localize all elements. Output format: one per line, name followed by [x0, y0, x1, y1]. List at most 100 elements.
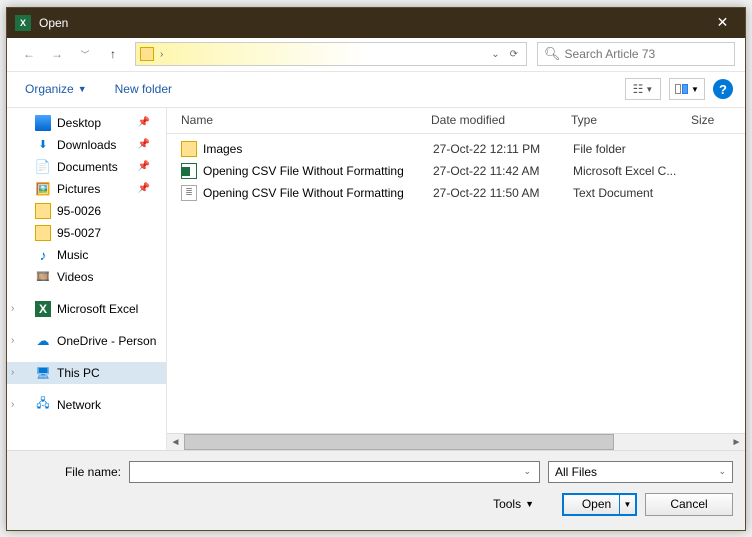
recent-locations-button[interactable]: ﹀: [73, 42, 97, 66]
cancel-button[interactable]: Cancel: [645, 493, 733, 516]
folder-icon: [181, 141, 197, 157]
chevron-down-icon: ▼: [78, 84, 87, 94]
expand-icon[interactable]: ›: [11, 335, 14, 346]
preview-pane-button[interactable]: ▼: [669, 78, 705, 100]
sidebar-item-label: 95-0027: [57, 226, 101, 240]
sidebar-item-label: Microsoft Excel: [57, 302, 138, 316]
expand-icon[interactable]: ›: [11, 367, 14, 378]
sidebar-item-videos[interactable]: Videos: [7, 266, 166, 288]
help-button[interactable]: ?: [713, 79, 733, 99]
up-button[interactable]: ↑: [101, 42, 125, 66]
open-button[interactable]: Open ▼: [562, 493, 637, 516]
scroll-track[interactable]: [184, 434, 728, 450]
pin-icon: 📌: [138, 117, 150, 128]
new-folder-button[interactable]: New folder: [115, 82, 172, 96]
file-type: Text Document: [573, 186, 693, 200]
filename-dropdown-button[interactable]: ⌄: [519, 466, 535, 477]
file-type: File folder: [573, 142, 693, 156]
dialog-body: Desktop📌Downloads📌Documents📌Pictures📌95-…: [7, 108, 745, 450]
file-type: Microsoft Excel C...: [573, 164, 693, 178]
chevron-right-icon: ›: [160, 49, 163, 60]
sidebar-item-label: 95-0026: [57, 204, 101, 218]
chevron-down-icon: ▼: [645, 85, 653, 94]
sidebar-item-pictures[interactable]: Pictures📌: [7, 178, 166, 200]
column-header-size[interactable]: Size: [691, 113, 731, 127]
tools-button[interactable]: Tools▼: [493, 497, 534, 511]
sidebar-item-label: Documents: [57, 160, 118, 174]
sidebar-item-label: Desktop: [57, 116, 101, 130]
filetype-filter[interactable]: All Files ⌄: [548, 461, 733, 483]
pane-icon: [682, 84, 688, 94]
sidebar-item-network[interactable]: › Network: [7, 394, 166, 416]
sidebar-item-microsoft-excel[interactable]: › X Microsoft Excel: [7, 298, 166, 320]
expand-icon[interactable]: ›: [11, 303, 14, 314]
search-box[interactable]: 🔍︎: [537, 42, 735, 66]
doc-icon: [35, 159, 51, 175]
sidebar-item-desktop[interactable]: Desktop 📌: [7, 112, 166, 134]
pin-icon: 📌: [138, 183, 150, 194]
onedrive-icon: [35, 333, 51, 349]
navigation-pane: Desktop📌Downloads📌Documents📌Pictures📌95-…: [7, 108, 167, 450]
refresh-button[interactable]: ⟳: [506, 49, 522, 60]
file-list: Images 27-Oct-22 12:11 PM File folder Op…: [167, 134, 745, 433]
folder-icon: [35, 203, 51, 219]
close-button[interactable]: ✕: [700, 8, 745, 38]
address-dropdown-button[interactable]: ⌄: [487, 49, 503, 60]
content-pane: Name Date modified Type Size Images 27-O…: [167, 108, 745, 450]
scroll-right-button[interactable]: ►: [728, 434, 745, 450]
view-options-button[interactable]: ☷▼: [625, 78, 661, 100]
organize-button[interactable]: Organize▼: [19, 78, 93, 100]
chevron-down-icon: ▼: [691, 85, 699, 94]
column-header-date[interactable]: Date modified: [431, 113, 571, 127]
sidebar-item-onedrive-person[interactable]: ›OneDrive - Person: [7, 330, 166, 352]
pin-icon: 📌: [138, 139, 150, 150]
column-header-name[interactable]: Name: [181, 113, 431, 127]
expand-icon[interactable]: ›: [11, 399, 14, 410]
sidebar-item-95-0027[interactable]: 95-0027: [7, 222, 166, 244]
txt-icon: [181, 185, 197, 201]
sidebar-item-label: Downloads: [57, 138, 116, 152]
sidebar-item-music[interactable]: Music: [7, 244, 166, 266]
scroll-thumb[interactable]: [184, 434, 614, 450]
window-title: Open: [39, 16, 700, 30]
sidebar-item-this-pc[interactable]: › This PC: [7, 362, 166, 384]
file-date: 27-Oct-22 11:42 AM: [433, 164, 573, 178]
back-button[interactable]: ←: [17, 42, 41, 66]
sidebar-item-95-0026[interactable]: 95-0026: [7, 200, 166, 222]
file-row[interactable]: Opening CSV File Without Formatting 27-O…: [167, 182, 745, 204]
filename-label: File name:: [19, 465, 129, 479]
sidebar-item-label: Videos: [57, 270, 93, 284]
pc-icon: [35, 365, 51, 381]
sidebar-item-documents[interactable]: Documents 📌: [7, 156, 166, 178]
file-row[interactable]: Images 27-Oct-22 12:11 PM File folder: [167, 138, 745, 160]
sidebar-item-label: Network: [57, 398, 101, 412]
file-row[interactable]: Opening CSV File Without Formatting 27-O…: [167, 160, 745, 182]
folder-icon: [140, 47, 154, 61]
music-icon: [35, 247, 51, 263]
pin-icon: 📌: [138, 161, 150, 172]
sidebar-item-downloads[interactable]: Downloads 📌: [7, 134, 166, 156]
address-bar[interactable]: › ⌄ ⟳: [135, 42, 527, 66]
pic-icon: [35, 181, 51, 197]
sidebar-item-label: This PC: [57, 366, 100, 380]
filename-input[interactable]: [134, 465, 519, 479]
column-headers: Name Date modified Type Size: [167, 108, 745, 134]
filename-combobox[interactable]: ⌄: [129, 461, 540, 483]
excel-icon: X: [35, 301, 51, 317]
chevron-down-icon: ▼: [525, 499, 534, 509]
column-header-type[interactable]: Type: [571, 113, 691, 127]
horizontal-scrollbar[interactable]: ◄ ►: [167, 433, 745, 450]
scroll-left-button[interactable]: ◄: [167, 434, 184, 450]
open-dropdown-button[interactable]: ▼: [619, 495, 635, 514]
view-icon: ☷: [633, 82, 644, 96]
pane-icon: [675, 84, 681, 94]
dl-icon: [35, 137, 51, 153]
command-bar: Organize▼ New folder ☷▼ ▼ ?: [7, 72, 745, 108]
titlebar: X Open ✕: [7, 8, 745, 38]
file-date: 27-Oct-22 12:11 PM: [433, 142, 573, 156]
search-input[interactable]: [565, 47, 728, 61]
forward-button[interactable]: →: [45, 42, 69, 66]
excel-icon: [181, 163, 197, 179]
open-dialog: X Open ✕ ← → ﹀ ↑ › ⌄ ⟳ 🔍︎ Organize▼ New …: [6, 7, 746, 531]
file-name: Opening CSV File Without Formatting: [203, 186, 433, 200]
